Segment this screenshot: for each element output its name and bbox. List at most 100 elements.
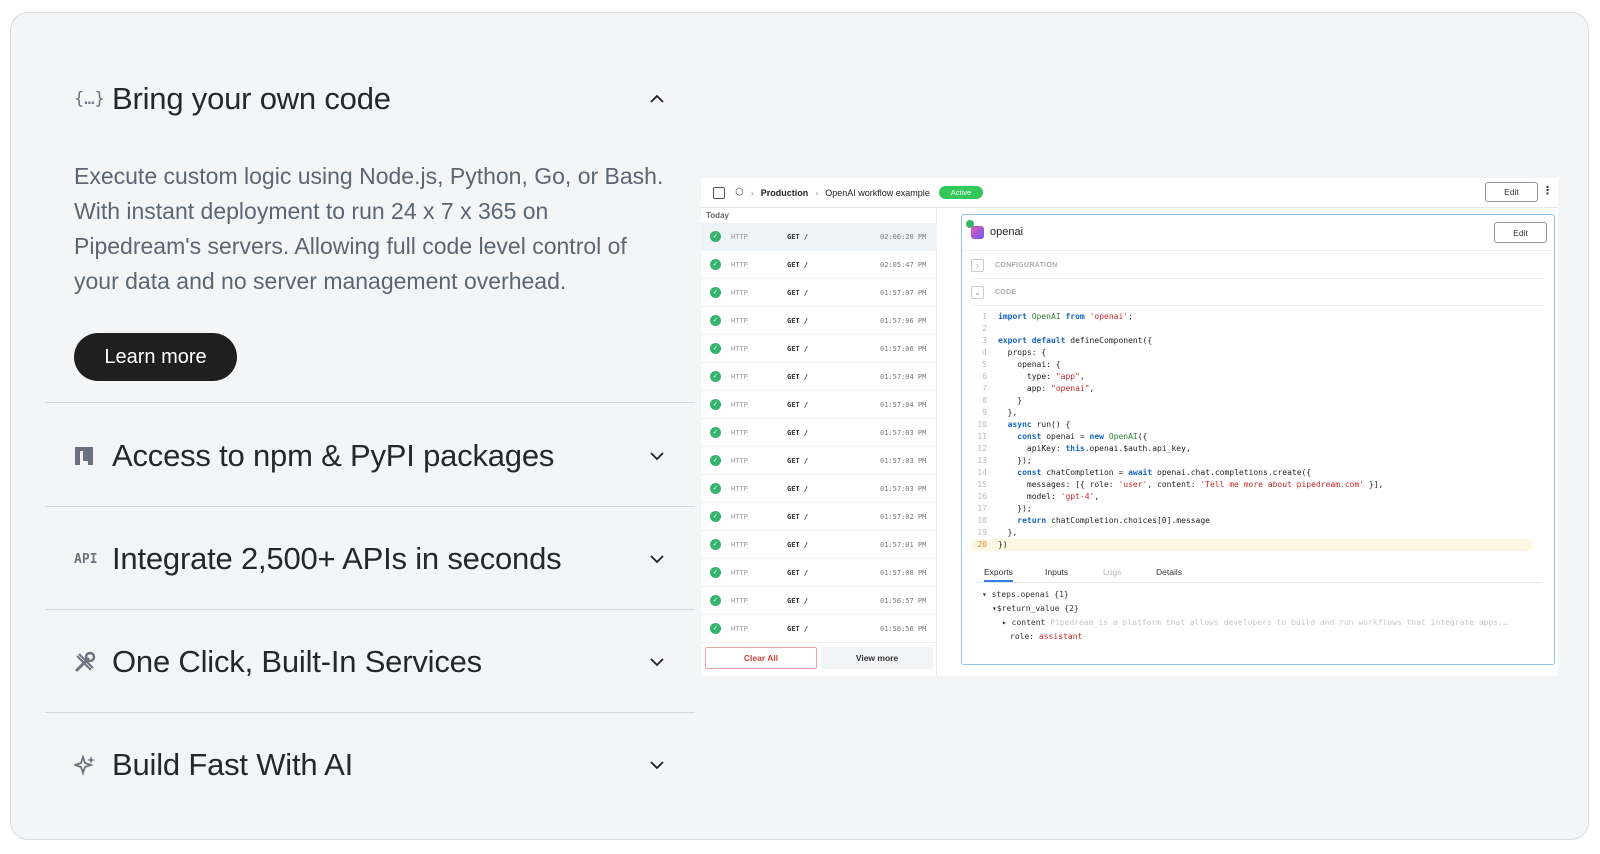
tab-details[interactable]: Details — [1156, 567, 1182, 577]
accordion-item-apis[interactable]: API Integrate 2,500+ APIs in seconds — [45, 507, 695, 610]
accordion-header[interactable]: API Integrate 2,500+ APIs in seconds — [74, 539, 666, 579]
accordion-header[interactable]: Access to npm & PyPI packages — [74, 436, 666, 476]
event-type: HTTP — [731, 485, 748, 493]
event-method: GET / — [787, 625, 809, 633]
event-time: 01:57:01 PM — [880, 541, 927, 549]
tab-exports[interactable]: Exports — [984, 567, 1013, 582]
event-row[interactable]: ✓ HTTP GET / 01:57:00 PM — [701, 559, 937, 587]
event-row[interactable]: ✓ HTTP GET / 01:57:02 PM — [701, 503, 937, 531]
tree-node[interactable]: ▾$return_value {2} — [982, 602, 1508, 616]
chevron-up-icon[interactable] — [648, 90, 666, 108]
code-line: 13 }); — [971, 455, 1533, 467]
configuration-section[interactable]: › CONFIGURATION — [971, 253, 1543, 279]
code-editor[interactable]: 1 import OpenAI from 'openai'; 2 3 export de… — [971, 311, 1533, 557]
event-row[interactable]: ✓ HTTP GET / 01:57:03 PM — [701, 419, 937, 447]
tree-node-value: Pipedream is a platform that allows deve… — [1050, 618, 1508, 627]
event-row[interactable]: ✓ HTTP GET / 01:57:04 PM — [701, 391, 937, 419]
accordion-header[interactable]: One Click, Built-In Services — [74, 642, 666, 682]
event-row[interactable]: ✓ HTTP GET / 01:57:01 PM — [701, 531, 937, 559]
event-type: HTTP — [731, 429, 748, 437]
tree-node-label: role: — [1010, 632, 1035, 641]
exports-tree: ▾ steps.openai {1} ▾$return_value {2} ▸ … — [982, 588, 1508, 644]
chevron-down-icon[interactable] — [648, 756, 666, 774]
event-method: GET / — [787, 233, 809, 241]
chevron-right-icon: › — [750, 187, 754, 198]
code-line: 9 }, — [971, 407, 1533, 419]
event-row[interactable]: ✓ HTTP GET / 01:57:06 PM — [701, 335, 937, 363]
sidebar-toggle-icon[interactable] — [713, 186, 725, 199]
code-section[interactable]: ⌄ CODE — [971, 280, 1543, 306]
event-row[interactable]: ✓ HTTP GET / 01:57:03 PM — [701, 447, 937, 475]
tree-node[interactable]: ▾ steps.openai {1} — [982, 588, 1508, 602]
event-type: HTTP — [731, 401, 748, 409]
code-line: 19 }, — [971, 527, 1533, 539]
event-type: HTTP — [731, 233, 748, 241]
event-time: 01:57:06 PM — [880, 345, 927, 353]
event-day-label: Today — [706, 211, 729, 220]
event-row[interactable]: ✓ HTTP GET / 02:05:47 PM — [701, 251, 937, 279]
chevron-down-icon[interactable] — [648, 447, 666, 465]
code-text: model: 'gpt-4', — [1026, 492, 1100, 501]
step-header: openai Edit — [962, 215, 1553, 251]
tree-node-label: steps.openai {1} — [991, 590, 1069, 599]
learn-more-button[interactable]: Learn more — [74, 333, 237, 381]
breadcrumb-workflow[interactable]: OpenAI workflow example — [825, 188, 930, 198]
code-text: messages: [{ role: 'user', content: 'Tel… — [1026, 480, 1384, 489]
event-row[interactable]: ✓ HTTP GET / 01:57:04 PM — [701, 363, 937, 391]
view-more-button[interactable]: View more — [821, 647, 933, 669]
line-number: 19 — [977, 528, 987, 537]
line-number: 12 — [977, 444, 987, 453]
event-method: GET / — [787, 401, 809, 409]
clear-all-button[interactable]: Clear All — [705, 647, 817, 669]
event-time: 01:57:04 PM — [880, 373, 927, 381]
event-row[interactable]: ✓ HTTP GET / 01:57:07 PM — [701, 279, 937, 307]
accordion-description: Execute custom logic using Node.js, Pyth… — [74, 163, 664, 294]
success-check-icon: ✓ — [710, 399, 721, 410]
line-number: 9 — [982, 408, 987, 417]
chevron-down-icon[interactable] — [648, 653, 666, 671]
chevron-down-icon[interactable] — [648, 550, 666, 568]
event-row[interactable]: ✓ HTTP GET / 02:06:20 PM — [701, 223, 937, 251]
edit-step-button[interactable]: Edit — [1494, 222, 1547, 243]
workflow-preview: ⬡ › Production › OpenAI workflow example… — [701, 178, 1558, 676]
code-line: 14 const chatCompletion = await openai.c… — [971, 467, 1533, 479]
breadcrumb-project[interactable]: Production — [761, 188, 809, 198]
tab-inputs[interactable]: Inputs — [1045, 567, 1068, 577]
event-time: 01:57:06 PM — [880, 317, 927, 325]
code-text: }, — [998, 528, 1018, 537]
line-number: 18 — [977, 516, 987, 525]
event-row[interactable]: ✓ HTTP GET / 01:56:56 PM — [701, 615, 937, 643]
event-type: HTTP — [731, 289, 748, 297]
event-method: GET / — [787, 261, 809, 269]
event-time: 01:56:57 PM — [880, 597, 927, 605]
accordion-item-ai[interactable]: Build Fast With AI — [45, 713, 695, 816]
line-number: 16 — [977, 492, 987, 501]
code-text: async run() { — [1007, 420, 1071, 429]
line-number: 4 — [982, 348, 987, 357]
chevron-right-icon: › — [815, 187, 819, 198]
step-name: openai — [990, 226, 1024, 238]
line-number: 2 — [982, 324, 987, 333]
accordion-item-packages[interactable]: Access to npm & PyPI packages — [45, 404, 695, 507]
event-row[interactable]: ✓ HTTP GET / 01:57:03 PM — [701, 475, 937, 503]
accordion-header-code[interactable]: {…} Bring your own code — [74, 79, 666, 119]
event-row[interactable]: ✓ HTTP GET / 01:57:06 PM — [701, 307, 937, 335]
event-list: ✓ HTTP GET / 02:06:20 PM ✓ HTTP GET / 02:05:47 … — [701, 223, 937, 643]
event-row[interactable]: ✓ HTTP GET / 01:56:57 PM — [701, 587, 937, 615]
accordion-item-services[interactable]: One Click, Built-In Services — [45, 610, 695, 713]
code-text: const openai = new OpenAI({ — [1017, 432, 1148, 441]
event-type: HTTP — [731, 541, 748, 549]
accordion-header[interactable]: Build Fast With AI — [74, 745, 666, 785]
code-line: 1 import OpenAI from 'openai'; — [971, 311, 1533, 323]
tab-logs[interactable]: Logs — [1103, 567, 1121, 577]
step-panel: openai Edit › CONFIGURATION ⌄ CODE 1 impo… — [961, 214, 1555, 665]
code-text: }, — [998, 408, 1018, 417]
more-options-icon[interactable]: ⋮ — [1542, 184, 1553, 197]
openai-logo-icon — [971, 226, 984, 239]
code-braces-icon: {…} — [74, 89, 105, 109]
section-label: CODE — [995, 289, 1017, 296]
line-number: 6 — [982, 372, 987, 381]
event-time: 01:57:03 PM — [880, 457, 927, 465]
edit-workflow-button[interactable]: Edit — [1485, 182, 1538, 202]
tree-node[interactable]: ▸ content Pipedream is a platform that a… — [982, 616, 1508, 630]
